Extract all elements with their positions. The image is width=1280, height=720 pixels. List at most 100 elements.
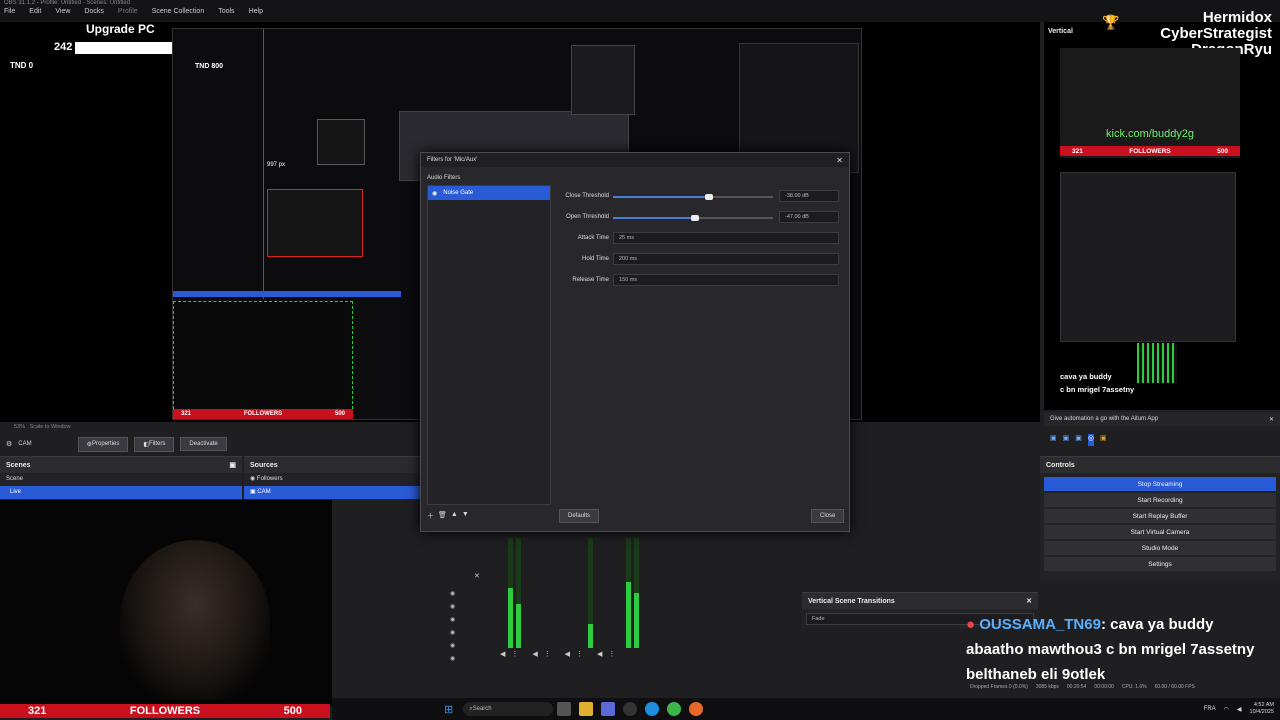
search-box[interactable]: ⌕ Search	[463, 702, 554, 716]
filter-list-actions: ＋ 🗑 ▲ ▼	[427, 511, 469, 521]
obs-icon[interactable]	[623, 702, 638, 716]
deactivate-button[interactable]: Deactivate	[180, 437, 227, 451]
v-followers-goal: 500	[1217, 147, 1228, 155]
cpu-usage: CPU: 1.6%	[1121, 684, 1147, 690]
hold-time-label: Hold Time	[581, 256, 609, 262]
start-virtual-camera-button[interactable]: Start Virtual Camera	[1044, 525, 1276, 539]
studio-mode-button[interactable]: Studio Mode	[1044, 541, 1276, 555]
gear-icon[interactable]: ⚙	[6, 440, 12, 448]
chat-line-2: abaatho mawthou3 c bn mrigel 7assetny	[966, 641, 1255, 658]
plugin-icon-1[interactable]: ▣	[1050, 434, 1057, 446]
rec-time: 00:00:00	[1094, 684, 1114, 690]
nested-red-line	[263, 29, 264, 299]
attack-time-input[interactable]: 25 ms	[613, 232, 839, 244]
fps: 60.00 / 60.00 FPS	[1154, 684, 1195, 690]
vertical-nested	[1060, 172, 1236, 383]
stop-streaming-button[interactable]: Stop Streaming	[1044, 477, 1276, 491]
chat-badge-icon: ●	[966, 616, 976, 633]
count-label: 242	[54, 41, 73, 53]
vertical-label: Vertical	[1048, 28, 1073, 35]
trash-icon[interactable]: 🗑	[438, 511, 447, 521]
close-icon[interactable]: ✕	[1026, 597, 1032, 605]
audio-mixer: ◉ ◉ ◉ ◉ ◉ ◉ ✕ ◀⋮ ◀⋮ ◀⋮ ◀⋮	[332, 532, 800, 680]
preview-zoom[interactable]: 53% Scale to Window	[14, 424, 71, 430]
filter-list: ◉ Noise Gate	[427, 185, 551, 505]
webcam-person	[120, 540, 270, 700]
filters-button[interactable]: ◧ Filters	[134, 436, 175, 452]
search-placeholder: Search	[472, 706, 492, 712]
defaults-button[interactable]: Defaults	[559, 509, 600, 523]
eye-icon[interactable]: ◉	[432, 190, 437, 197]
close-icon[interactable]: ✕	[1269, 416, 1274, 423]
hold-time-input[interactable]: 200 ms	[613, 253, 839, 265]
plugin-icon-2[interactable]: ▣	[1063, 434, 1070, 446]
filter-item-noise-gate[interactable]: ◉ Noise Gate	[428, 186, 550, 200]
upgrade-label: Upgrade PC	[86, 22, 155, 36]
release-time-input[interactable]: 150 ms	[613, 274, 839, 286]
start-replay-buffer-button[interactable]: Start Replay Buffer	[1044, 509, 1276, 523]
plugin-icon-5[interactable]: ▣	[1100, 434, 1107, 446]
chat-line-1: ● OUSSAMA_TN69: cava ya buddy	[966, 612, 1276, 637]
close-threshold-input[interactable]: -38.00 dB	[779, 190, 839, 202]
source-followers-label: Followers	[256, 476, 283, 482]
nested-scenes-row	[173, 291, 401, 297]
dropped-frames: Dropped Frames 0 (0.0%)	[970, 684, 1028, 690]
arrow-up-icon[interactable]: ▲	[451, 511, 458, 521]
windows-start-icon[interactable]: ⊞	[444, 703, 453, 716]
eye-icon[interactable]: ◉	[250, 476, 255, 482]
filter-name: Noise Gate	[443, 190, 474, 196]
mixer-speaker-icons[interactable]: ◀⋮ ◀⋮ ◀⋮ ◀⋮	[500, 650, 621, 658]
firefox-icon[interactable]	[689, 702, 704, 716]
language-indicator[interactable]: FRA	[1204, 706, 1216, 712]
app-icon-3[interactable]	[601, 702, 616, 716]
source-cam-label: CAM	[257, 489, 271, 495]
toolbar-source-name: CAM	[18, 441, 32, 447]
nested-followers-bar: 321 FOLLOWERS 500	[173, 409, 353, 419]
add-icon[interactable]: ＋	[427, 511, 434, 521]
close-icon[interactable]: ✕	[836, 156, 843, 165]
plugin-icon-3[interactable]: ▣	[1075, 434, 1082, 446]
scene-item-live[interactable]: Live	[0, 486, 242, 499]
nested-cam	[267, 189, 363, 257]
wifi-icon[interactable]: ◠	[1224, 706, 1229, 713]
arrow-down-icon[interactable]: ▼	[462, 511, 469, 521]
v-followers-label: FOLLOWERS	[1129, 147, 1171, 155]
source-item-followers[interactable]: ◉ Followers	[244, 473, 420, 486]
scene-item-scene[interactable]: Scene	[0, 473, 242, 486]
name-line-2: CyberStrategist	[1160, 24, 1272, 42]
nested-followers-goal: 500	[334, 411, 345, 417]
scenes-title: Scenes	[6, 461, 31, 469]
start-recording-button[interactable]: Start Recording	[1044, 493, 1276, 507]
vertical-followers-bar: 321 FOLLOWERS 500	[1060, 146, 1240, 156]
volume-icon[interactable]: ◀	[1237, 706, 1242, 713]
date[interactable]: 10/4/2025	[1250, 709, 1274, 716]
webcam-overlay	[0, 500, 332, 706]
meter-2	[516, 538, 521, 648]
vertical-chat-nested: cava ya buddy c bn mrigel 7assetny	[1060, 370, 1134, 396]
nested-px: 997 px	[267, 162, 286, 168]
source-item-cam[interactable]: ▣ CAM	[244, 486, 420, 499]
app-icon-1[interactable]	[557, 702, 572, 716]
nested-thumb	[571, 45, 635, 115]
dialog-title: Filters for 'Mic/Aux'	[427, 157, 478, 163]
properties-label: Properties	[92, 441, 120, 447]
audio-filters-label: Audio Filters	[427, 175, 461, 181]
edge-icon[interactable]	[645, 702, 660, 716]
settings-button[interactable]: Settings	[1044, 557, 1276, 571]
properties-button[interactable]: ⚙ Properties	[77, 436, 129, 452]
open-threshold-input[interactable]: -47.00 dB	[779, 211, 839, 223]
followers-bar: 321 FOLLOWERS 500	[0, 704, 330, 718]
close-threshold-handle[interactable]	[705, 194, 713, 200]
close-button[interactable]: Close	[811, 509, 845, 523]
scenes-header: Scenes ▣	[0, 457, 242, 473]
dock-icon[interactable]: ▣	[229, 461, 236, 469]
plugin-icon-4[interactable]: ◎	[1087, 434, 1094, 446]
clock[interactable]: 4:52 AM	[1250, 702, 1274, 709]
folder-icon[interactable]	[579, 702, 594, 716]
aitum-text: Give automation a go with the Aitum App	[1050, 416, 1159, 422]
mixer-close-icon[interactable]: ✕	[474, 572, 480, 580]
open-threshold-handle[interactable]	[691, 215, 699, 221]
chrome-icon[interactable]	[667, 702, 682, 716]
controls-title: Controls	[1046, 461, 1075, 469]
tnd-label: TND 0	[10, 61, 34, 70]
